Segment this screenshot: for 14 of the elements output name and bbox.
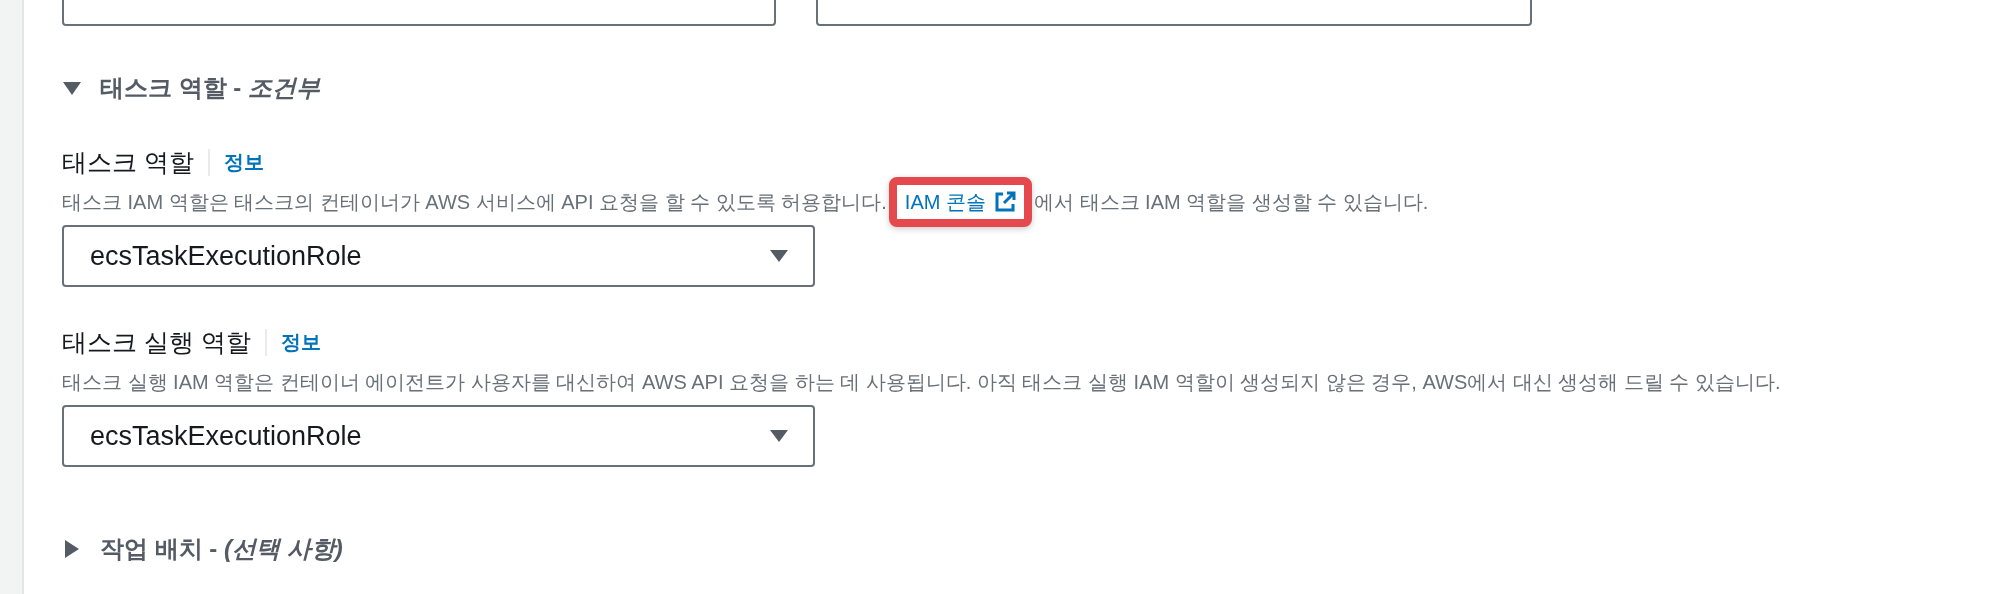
select-field[interactable]: ecsTaskExecutionRole xyxy=(62,405,815,467)
field-description: 태스크 실행 IAM 역할은 컨테이너 에이전트가 사용자를 대신하여 AWS API 요청을 하는 데 사용됩니다. 아직 태스크 실행 IAM 역할이 생성되지 않은 경우, AWS에서 대신 생성해 드릴 수 있습니다. xyxy=(62,370,1782,395)
select-field[interactable]: ecsTaskExecutionRole xyxy=(62,225,815,287)
section-heading[interactable]: 작업 배치 - (선택 사항) xyxy=(100,533,343,565)
info-link[interactable]: 정보 xyxy=(207,148,264,176)
field-label: 태스크 역할 xyxy=(62,146,194,178)
info-link[interactable]: 정보 xyxy=(264,328,321,356)
caret-icon xyxy=(769,429,789,443)
external-link-icon xyxy=(993,191,1016,213)
section-heading[interactable]: 태스크 역할 - 조건부 xyxy=(100,72,320,104)
console-link[interactable]: IAM 콘솔 xyxy=(904,189,1016,215)
field-label: 태스크 실행 역할 xyxy=(62,326,251,358)
field-description: 태스크 IAM 역할은 태스크의 컨테이너가 AWS 서비스에 API 요청을 할 수 있도록 허용합니다. IAM 콘솔 에서 태스크 IAM 역할을 생성할 수 있습니다. xyxy=(62,189,1964,215)
caret-icon xyxy=(769,249,789,263)
